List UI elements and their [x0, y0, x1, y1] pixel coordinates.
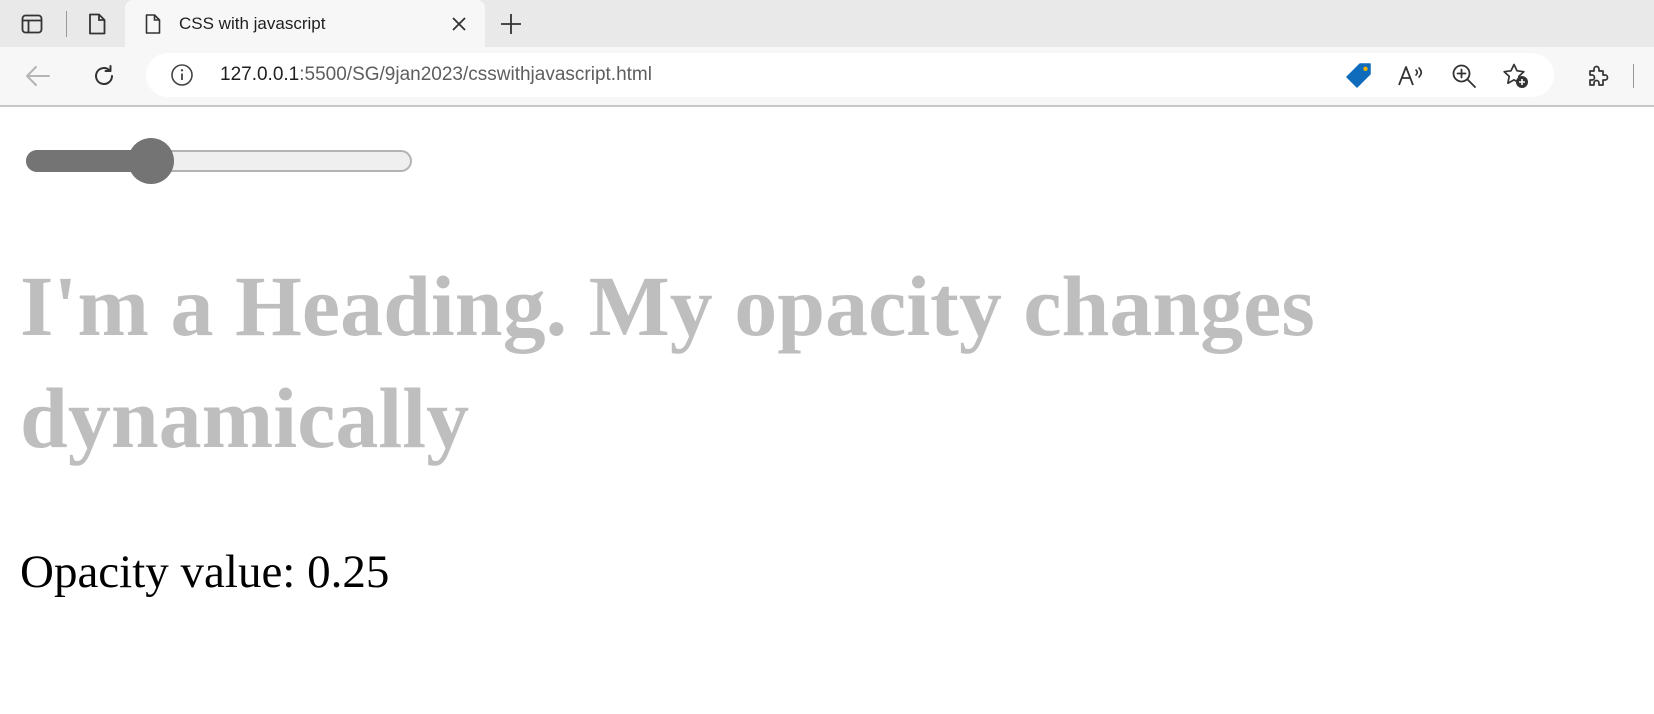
tab-strip-divider	[66, 11, 67, 37]
back-arrow-icon[interactable]	[21, 59, 55, 93]
browser-toolbar: 127.0.0.1:5500/SG/9jan2023/csswithjavasc…	[0, 47, 1654, 107]
opacity-value-text: Opacity value: 0.25	[20, 545, 389, 599]
read-aloud-icon[interactable]	[1396, 61, 1426, 91]
opacity-slider[interactable]	[26, 138, 412, 184]
slider-thumb[interactable]	[128, 138, 174, 184]
address-bar[interactable]: 127.0.0.1:5500/SG/9jan2023/csswithjavasc…	[146, 53, 1554, 97]
toolbar-divider	[1633, 64, 1634, 88]
tab-strip: CSS with javascript	[0, 0, 1654, 47]
tag-icon[interactable]	[1344, 61, 1374, 91]
zoom-icon[interactable]	[1449, 61, 1479, 91]
page-icon	[143, 13, 163, 34]
opacity-label: Opacity value:	[20, 546, 308, 598]
puzzle-icon[interactable]	[1581, 59, 1615, 93]
refresh-icon[interactable]	[87, 59, 121, 93]
tab-title: CSS with javascript	[179, 13, 326, 33]
info-icon[interactable]	[170, 63, 194, 87]
favorites-icon[interactable]	[1501, 61, 1531, 91]
tab-actions-icon[interactable]	[15, 7, 49, 41]
url-path: :5500/SG/9jan2023/csswithjavascript.html	[299, 64, 652, 85]
url-host: 127.0.0.1	[220, 64, 300, 85]
page-heading: I'm a Heading. My opacity changes dynami…	[20, 258, 1315, 466]
active-tab[interactable]: CSS with javascript	[125, 0, 485, 47]
close-icon[interactable]	[445, 10, 473, 38]
opacity-value: 0.25	[307, 546, 390, 598]
url-text[interactable]: 127.0.0.1:5500/SG/9jan2023/csswithjavasc…	[220, 64, 652, 86]
document-icon[interactable]	[80, 7, 114, 41]
plus-icon[interactable]	[494, 7, 528, 41]
